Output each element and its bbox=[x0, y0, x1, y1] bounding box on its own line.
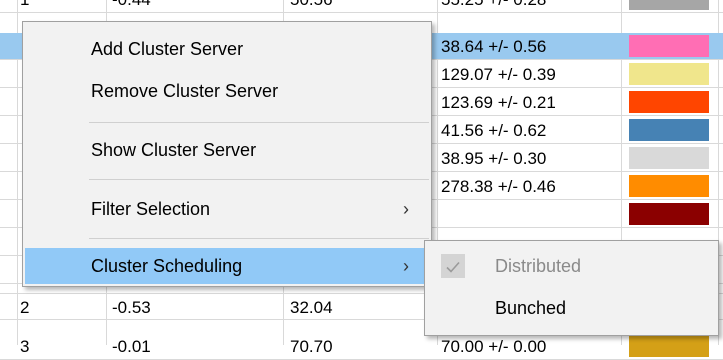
cell-mean: 55.25 +/- 0.28 bbox=[441, 0, 546, 13]
menu-item-remove-cluster-server[interactable]: Remove Cluster Server bbox=[25, 76, 429, 106]
cell-mean: 123.69 +/- 0.21 bbox=[441, 93, 556, 112]
cell-mean: 38.64 +/- 0.56 bbox=[441, 37, 547, 56]
submenu-item-label: Bunched bbox=[495, 298, 567, 318]
color-swatch[interactable] bbox=[629, 91, 709, 113]
cell-value: -0.53 bbox=[112, 298, 151, 317]
color-swatch[interactable] bbox=[629, 63, 709, 85]
menu-separator bbox=[89, 238, 429, 239]
menu-separator bbox=[89, 179, 429, 180]
color-swatch[interactable] bbox=[629, 175, 709, 197]
cell-id: 2 bbox=[20, 298, 30, 317]
menu-item-label: Filter Selection bbox=[91, 199, 211, 219]
menu-item-label: Remove Cluster Server bbox=[91, 81, 279, 101]
cell-mean: 38.95 +/- 0.30 bbox=[441, 149, 547, 168]
color-swatch[interactable] bbox=[629, 335, 709, 357]
table-row[interactable]: 3 -0.01 70.70 70.00 +/- 0.00 bbox=[0, 333, 723, 360]
cell-id: 1 bbox=[20, 0, 29, 13]
context-menu: Add Cluster Server Remove Cluster Server… bbox=[22, 21, 432, 287]
menu-item-cluster-scheduling[interactable]: Cluster Scheduling › bbox=[25, 248, 429, 284]
submenu-item-label: Distributed bbox=[495, 256, 582, 276]
color-swatch[interactable] bbox=[629, 203, 709, 225]
cell-value: -0.44 bbox=[112, 0, 151, 13]
menu-item-show-cluster-server[interactable]: Show Cluster Server bbox=[25, 135, 429, 165]
chevron-right-icon: › bbox=[403, 199, 409, 219]
menu-item-filter-selection[interactable]: Filter Selection › bbox=[25, 194, 429, 224]
cell-value: 50.56 bbox=[290, 0, 333, 13]
menu-item-add-cluster-server[interactable]: Add Cluster Server bbox=[25, 34, 429, 64]
color-swatch[interactable] bbox=[629, 119, 709, 141]
cell-id: 3 bbox=[20, 337, 30, 356]
menu-item-label: Show Cluster Server bbox=[91, 140, 257, 160]
cell-value: 32.04 bbox=[290, 298, 333, 317]
color-swatch[interactable] bbox=[629, 0, 709, 10]
submenu-item-bunched[interactable]: Bunched bbox=[427, 289, 716, 327]
menu-item-label: Cluster Scheduling bbox=[91, 256, 243, 276]
checkmark-icon bbox=[446, 261, 460, 273]
menu-item-label: Add Cluster Server bbox=[91, 39, 244, 59]
cell-mean: 41.56 +/- 0.62 bbox=[441, 121, 547, 140]
checkmark-icon bbox=[441, 254, 465, 278]
cluster-scheduling-submenu: Distributed Bunched bbox=[424, 240, 719, 336]
color-swatch[interactable] bbox=[629, 147, 709, 169]
cell-mean: 129.07 +/- 0.39 bbox=[441, 65, 556, 84]
submenu-item-distributed[interactable]: Distributed bbox=[427, 247, 716, 285]
color-swatch[interactable] bbox=[629, 35, 709, 57]
cell-mean: 70.00 +/- 0.00 bbox=[441, 337, 547, 356]
cell-value: 70.70 bbox=[290, 337, 333, 356]
menu-separator bbox=[89, 122, 429, 123]
chevron-right-icon: › bbox=[403, 256, 409, 276]
cell-value: -0.01 bbox=[112, 337, 151, 356]
cell-mean: 278.38 +/- 0.46 bbox=[441, 177, 556, 196]
table-row[interactable]: 1 -0.44 50.56 55.25 +/- 0.28 bbox=[0, 0, 723, 13]
